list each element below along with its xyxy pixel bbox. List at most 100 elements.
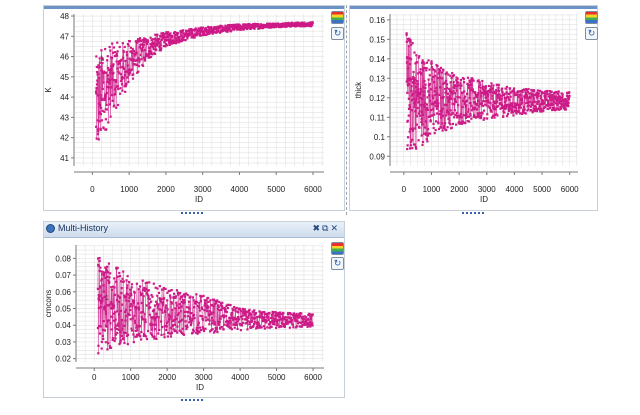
data-point <box>140 338 143 341</box>
data-point <box>445 114 448 117</box>
x-tick-label: 4000 <box>231 373 249 382</box>
data-point <box>456 95 459 99</box>
data-point <box>116 266 119 269</box>
data-point <box>427 128 430 131</box>
data-point <box>435 107 438 110</box>
palette-icon[interactable] <box>331 242 344 255</box>
data-point <box>437 102 440 105</box>
x-tick-label: 2000 <box>450 185 468 194</box>
data-point <box>190 319 193 322</box>
data-point <box>100 49 103 52</box>
data-point <box>131 304 134 307</box>
data-point <box>208 32 211 35</box>
data-point <box>94 90 98 93</box>
x-tick-label: 2000 <box>157 185 175 194</box>
data-point <box>434 74 437 77</box>
data-point <box>129 318 132 321</box>
refresh-icon[interactable]: ↻ <box>331 257 344 270</box>
data-point <box>425 138 428 141</box>
data-point <box>544 94 547 97</box>
history-panel-k: 0 1000 2000 3000 4000 5000 6000 41 42 43 44 45 46 47 4… <box>43 5 345 211</box>
data-point <box>143 312 146 316</box>
data-point <box>128 313 131 317</box>
data-point <box>168 294 172 297</box>
multi-history-panel: Multi-History ✖⧉✕ 0 1000 2000 3000 4000 5000 6… <box>43 221 345 398</box>
data-point <box>110 328 113 331</box>
data-point <box>439 113 442 116</box>
data-point <box>503 92 506 95</box>
data-point <box>511 108 514 111</box>
data-point <box>97 352 100 355</box>
data-point <box>434 128 437 132</box>
data-point <box>451 72 454 75</box>
data-point <box>182 333 186 336</box>
data-point <box>147 295 150 298</box>
data-point <box>197 306 201 309</box>
resize-grip[interactable] <box>462 212 484 216</box>
data-point <box>112 307 115 310</box>
window-buttons[interactable]: ✖⧉✕ <box>312 223 340 234</box>
data-point <box>508 92 511 95</box>
data-point <box>112 305 115 308</box>
panel-title-bar[interactable]: Multi-History ✖⧉✕ <box>44 222 344 238</box>
data-point <box>167 313 171 316</box>
data-point <box>532 97 535 100</box>
data-point <box>421 59 424 62</box>
data-point <box>190 312 193 315</box>
data-point <box>418 126 421 129</box>
data-point <box>480 102 484 105</box>
data-point <box>420 120 423 124</box>
data-point <box>142 310 145 313</box>
data-point <box>534 105 537 109</box>
data-point <box>557 92 560 95</box>
data-point <box>447 100 451 103</box>
data-point <box>448 94 451 97</box>
data-point <box>220 325 223 329</box>
data-point <box>506 112 510 116</box>
data-point <box>225 310 229 314</box>
data-point <box>182 38 185 42</box>
data-point <box>516 93 519 97</box>
data-point <box>406 136 410 139</box>
data-point <box>449 74 452 77</box>
data-point <box>161 32 165 35</box>
y-axis-label: cmcons <box>44 290 53 318</box>
data-point <box>107 66 110 70</box>
splitter-line[interactable] <box>346 5 347 215</box>
data-point <box>131 77 135 80</box>
data-point <box>452 74 456 77</box>
palette-icon[interactable] <box>585 11 598 24</box>
data-point <box>443 81 446 84</box>
data-point <box>197 321 200 324</box>
resize-grip[interactable] <box>181 212 203 216</box>
data-point <box>139 53 142 56</box>
series-line <box>95 21 313 140</box>
data-point <box>440 71 444 74</box>
data-point <box>230 328 233 331</box>
data-point <box>97 76 101 79</box>
data-point <box>97 130 100 133</box>
refresh-icon[interactable]: ↻ <box>331 27 344 40</box>
data-point <box>149 55 153 59</box>
data-point <box>419 114 422 117</box>
data-point <box>270 316 274 319</box>
palette-icon[interactable] <box>331 11 344 24</box>
resize-grip[interactable] <box>181 399 203 403</box>
refresh-icon[interactable]: ↻ <box>585 27 598 40</box>
data-point <box>223 323 226 326</box>
data-point <box>475 115 479 118</box>
data-point <box>266 326 269 329</box>
data-point <box>405 61 409 64</box>
data-point <box>104 341 107 344</box>
data-point <box>311 322 314 325</box>
data-point <box>150 328 153 331</box>
data-point <box>433 90 436 93</box>
data-point <box>125 50 128 54</box>
data-point <box>423 62 426 65</box>
data-point <box>463 90 466 93</box>
data-point <box>106 348 109 351</box>
data-point <box>260 326 263 329</box>
data-point <box>105 108 109 111</box>
data-point <box>441 114 445 117</box>
data-point <box>428 68 431 71</box>
